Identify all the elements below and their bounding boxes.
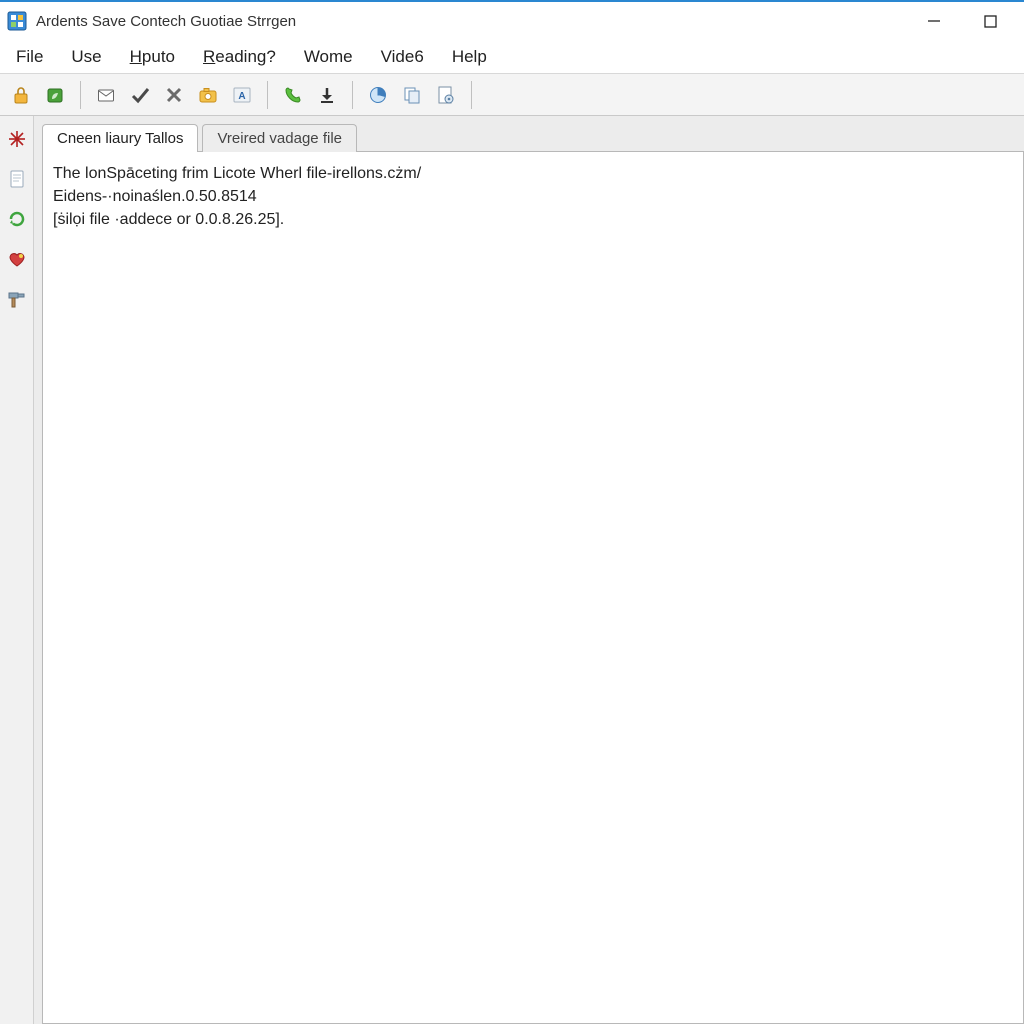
window-title: Ardents Save Contech Guotiae Strrgen	[36, 13, 296, 30]
menu-use[interactable]: Use	[57, 43, 115, 71]
doc-line: [ṡilọi file ·addece or 0.0.8.26.25].	[53, 208, 1013, 231]
refresh-green-icon[interactable]	[4, 206, 30, 232]
toolbar-separator	[352, 81, 353, 109]
cross-icon[interactable]	[159, 80, 189, 110]
svg-text:A: A	[238, 91, 245, 102]
main-toolbar: A	[0, 74, 1024, 116]
toolbar-separator	[471, 81, 472, 109]
gear-page-icon[interactable]	[431, 80, 461, 110]
heart-icon[interactable]	[4, 246, 30, 272]
menu-file[interactable]: File	[2, 43, 57, 71]
tab-1[interactable]: Vreired vadage file	[202, 124, 357, 152]
window-controls	[920, 7, 1018, 35]
page-icon[interactable]	[4, 166, 30, 192]
lock-icon[interactable]	[6, 80, 36, 110]
menu-reading[interactable]: Reading?	[189, 43, 290, 71]
mail-icon[interactable]	[91, 80, 121, 110]
menu-wome[interactable]: Wome	[290, 43, 367, 71]
menu-vide6[interactable]: Vide6	[367, 43, 438, 71]
title-bar: Ardents Save Contech Guotiae Strrgen	[0, 0, 1024, 40]
main-area: Cneen liaury TallosVreired vadage file T…	[0, 116, 1024, 1024]
download-icon[interactable]	[312, 80, 342, 110]
toolbar-separator	[80, 81, 81, 109]
toolbar-separator	[267, 81, 268, 109]
leaf-icon[interactable]	[40, 80, 70, 110]
text-a-icon[interactable]: A	[227, 80, 257, 110]
menu-hputo[interactable]: Hputo	[116, 43, 189, 71]
content-area: Cneen liaury TallosVreired vadage file T…	[34, 116, 1024, 1024]
copy-icon[interactable]	[397, 80, 427, 110]
side-toolbar	[0, 116, 34, 1024]
phone-icon[interactable]	[278, 80, 308, 110]
app-icon	[6, 10, 28, 32]
document-pane[interactable]: The lonSpāceting frim Licote Wherl file-…	[42, 151, 1024, 1024]
doc-line: Eidens-·noinaślen.0.50.8514	[53, 185, 1013, 208]
spark-icon[interactable]	[4, 126, 30, 152]
tab-0[interactable]: Cneen liaury Tallos	[42, 124, 198, 152]
camera-icon[interactable]	[193, 80, 223, 110]
minimize-button[interactable]	[920, 7, 948, 35]
doc-line: The lonSpāceting frim Licote Wherl file-…	[53, 162, 1013, 185]
check-icon[interactable]	[125, 80, 155, 110]
tab-row: Cneen liaury TallosVreired vadage file	[42, 124, 1024, 152]
hammer-icon[interactable]	[4, 286, 30, 312]
menu-bar: FileUseHputoReading?WomeVide6Help	[0, 40, 1024, 74]
maximize-button[interactable]	[976, 7, 1004, 35]
pie-icon[interactable]	[363, 80, 393, 110]
menu-help[interactable]: Help	[438, 43, 501, 71]
